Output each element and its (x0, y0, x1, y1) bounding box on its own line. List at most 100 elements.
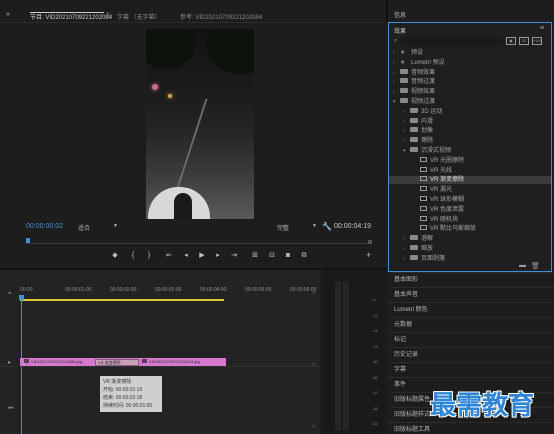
tooltip-start: 开始: 00:00:01:19 (103, 387, 143, 393)
effects-search-input[interactable] (402, 37, 502, 46)
resolution-select[interactable]: 完整 ▼ (277, 223, 317, 232)
effects-item[interactable]: › 页面剥落 (389, 254, 551, 263)
effects-item[interactable]: ▾ 沉浸式视频 (389, 147, 551, 155)
new-bin-folder-icon[interactable]: ▬ (519, 262, 526, 269)
effects-item[interactable]: VR 光圈擦除 (389, 156, 551, 165)
trash-icon[interactable]: 🗑 (531, 262, 540, 270)
chevron-right-icon[interactable]: › (403, 127, 410, 135)
effects-item[interactable]: › 音频效果 (389, 68, 551, 77)
track-toggle-icon[interactable]: ▸ (8, 359, 11, 366)
effects-item[interactable]: VR 漏光 (389, 186, 551, 194)
effects-item[interactable]: › 划像 (389, 127, 551, 135)
add-button-icon[interactable]: + (366, 250, 371, 260)
track-target-icon[interactable]: ⏮ (8, 406, 13, 413)
chevron-right-icon[interactable]: › (393, 59, 400, 67)
ruler-tick-label: 00:00:03:00 (155, 287, 182, 293)
side-panel-item[interactable]: 旧版标题工具 (388, 422, 554, 434)
monitor-scrub-bar[interactable] (26, 238, 372, 246)
effects-item-label: Lumetri 预设 (411, 59, 445, 66)
effects-panel-title[interactable]: 效果 (394, 26, 406, 35)
snap-icon[interactable]: ⌖ (8, 291, 11, 298)
mark-in-icon[interactable]: { (127, 251, 139, 261)
32bit-effects-icon[interactable]: 32 (519, 37, 529, 45)
chevron-right-icon[interactable]: › (403, 108, 410, 116)
play-icon[interactable]: ▶ (196, 251, 208, 261)
effects-item-label: 页面剥落 (421, 255, 446, 262)
effects-item[interactable]: VR 默比乌斯缩放 (389, 225, 551, 233)
chevron-right-icon[interactable]: › (403, 245, 410, 253)
marker-icon[interactable]: ◆ (109, 251, 121, 261)
transition-preset-icon (420, 225, 427, 231)
step-back-icon[interactable]: ◂ (180, 251, 192, 261)
effects-item-label: 预设 (411, 50, 424, 56)
street-light (168, 94, 172, 98)
accelerated-effects-icon[interactable]: ▣ (506, 37, 516, 45)
effects-item[interactable]: VR 光线 (389, 166, 551, 175)
effects-item[interactable]: › 3D 运动 (389, 107, 551, 116)
side-panel-item[interactable]: 元数据 (388, 317, 554, 332)
clip-b-label[interactable]: VID20210709221202203.jpg (142, 358, 200, 366)
chevron-right-icon[interactable]: › (403, 137, 410, 145)
chevron-right-icon[interactable]: › (403, 235, 410, 243)
clip-a-label[interactable]: VID20210709221202084.jpg (24, 358, 82, 366)
timeline-ruler[interactable]: 00:00 00:00:01:00 00:00:02:00 00:00:03:00 00… (20, 287, 318, 297)
mark-out-icon[interactable]: } (143, 251, 155, 261)
effects-item[interactable]: › 溶解 (389, 235, 551, 243)
effects-item[interactable]: › 音频过渡 (389, 78, 551, 86)
effects-item[interactable]: VR 球形模糊 (389, 196, 551, 204)
chevron-right-icon[interactable]: › (403, 255, 410, 263)
scrub-end-handle[interactable] (368, 240, 372, 244)
ruler-end-handle-icon[interactable]: ○ (312, 290, 316, 296)
scroll-handle-icon[interactable]: ○ (312, 424, 316, 430)
chevron-right-icon[interactable]: › (393, 69, 400, 77)
clip-b-name: VID20210709221202203.jpg (149, 359, 200, 364)
work-area-bar[interactable] (20, 299, 224, 301)
side-panel-item[interactable]: 字幕 (388, 362, 554, 377)
go-to-out-icon[interactable]: ⇥ (228, 251, 240, 261)
scroll-handle-icon[interactable]: ○ (312, 362, 316, 368)
info-panel-title[interactable]: 信息 (394, 10, 406, 19)
effects-item[interactable]: › 视频效果 (389, 88, 551, 96)
extract-icon[interactable]: ⊟ (266, 251, 278, 261)
tab-captions[interactable]: 字幕 （无字幕） (117, 12, 161, 21)
chevron-down-icon[interactable]: ▾ (403, 147, 410, 155)
effects-item[interactable]: VR 渐变擦除 (389, 176, 551, 185)
current-timecode[interactable]: 00:00:00:02 (26, 223, 63, 230)
chevron-right-icon[interactable]: › (403, 118, 410, 126)
chevron-right-icon[interactable]: › (393, 49, 400, 57)
effects-item-label: VR 渐变擦除 (430, 177, 465, 184)
side-panel-item[interactable]: 基本图形 (388, 272, 554, 287)
side-panel-item[interactable]: 历史记录 (388, 347, 554, 362)
effects-item[interactable]: › 擦除 (389, 137, 551, 145)
compare-icon[interactable]: ⧉ (298, 251, 310, 261)
side-panel-item[interactable]: 基本声音 (388, 287, 554, 302)
transition-clip[interactable]: VR 渐变擦除 (95, 359, 139, 366)
side-panel-item[interactable]: Lumetri 颜色 (388, 302, 554, 317)
yuv-effects-icon[interactable]: YUV (532, 37, 542, 45)
tab-reference[interactable]: 参考: VID20210709221202084 (180, 12, 262, 21)
effects-item[interactable]: ▾ 视频过渡 (389, 98, 551, 106)
effects-item[interactable]: VR 色度泄露 (389, 205, 551, 214)
export-frame-icon[interactable]: ◙ (282, 251, 294, 261)
wrench-icon[interactable]: 🔧 (322, 222, 332, 231)
preset-folder-icon: ★ (400, 59, 406, 66)
effects-item[interactable]: › 缩放 (389, 245, 551, 253)
tab-menu-icon[interactable]: ≡ (106, 12, 110, 18)
effects-item[interactable]: › ★ Lumetri 预设 (389, 59, 551, 67)
side-panel-item[interactable]: 标记 (388, 332, 554, 347)
tab-program[interactable]: 节目: VID20210709221202084 (30, 12, 112, 21)
zoom-fit-select[interactable]: 适合 ▼ (78, 223, 118, 232)
effects-item[interactable]: VR 随机块 (389, 215, 551, 224)
step-forward-icon[interactable]: ▸ (212, 251, 224, 261)
playhead-marker[interactable] (26, 238, 30, 243)
chevron-right-icon[interactable]: › (393, 78, 400, 86)
effects-item[interactable]: › 内滑 (389, 117, 551, 126)
db-scale-label: -36 (372, 374, 378, 380)
chevron-down-icon[interactable]: ▾ (393, 98, 400, 106)
effects-item[interactable]: › ★ 预设 (389, 49, 551, 57)
go-to-in-icon[interactable]: ⇤ (163, 251, 175, 261)
chevron-right-icon[interactable]: › (393, 88, 400, 96)
lift-icon[interactable]: ⊞ (249, 251, 261, 261)
panel-menu-icon[interactable]: ≡ (540, 25, 544, 32)
active-tab-indicator (30, 12, 104, 13)
